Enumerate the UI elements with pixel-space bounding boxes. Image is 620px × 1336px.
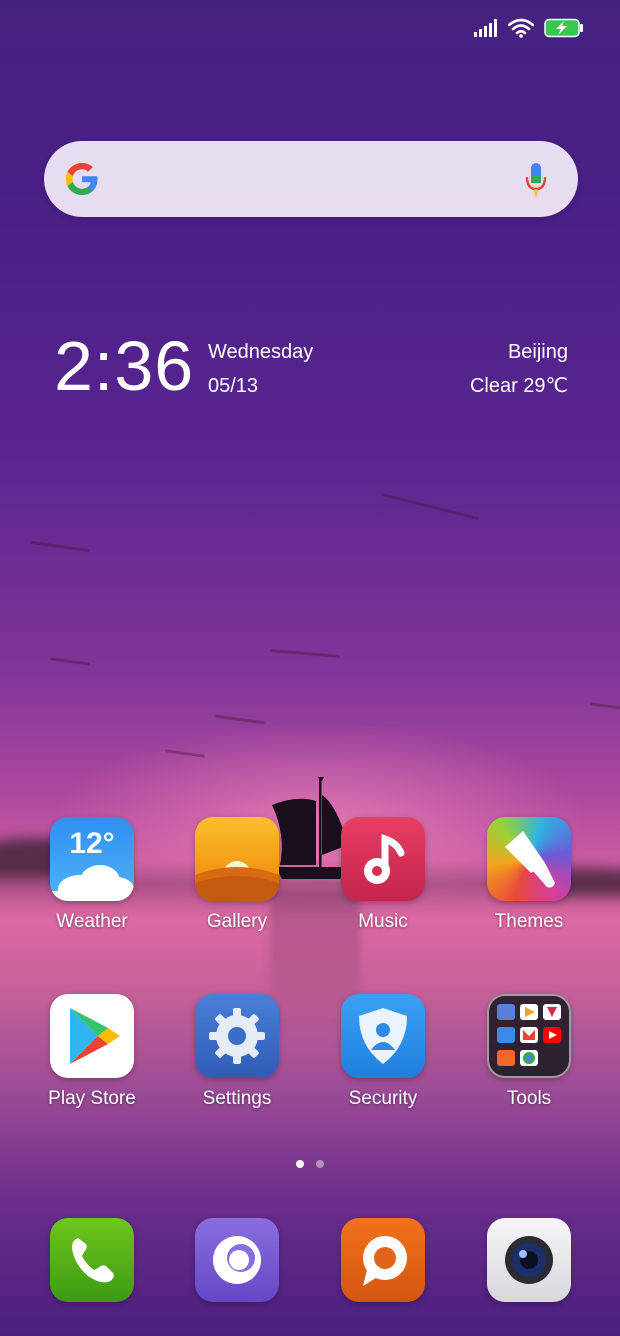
clock-day: Wednesday bbox=[208, 341, 314, 363]
settings-icon bbox=[195, 994, 279, 1078]
dock-messaging[interactable] bbox=[318, 1218, 448, 1302]
camera-icon bbox=[487, 1218, 571, 1302]
app-play-store[interactable]: Play Store bbox=[27, 994, 157, 1110]
clock-time: 2:36 bbox=[54, 327, 195, 405]
folder-tools[interactable]: Tools bbox=[464, 994, 594, 1110]
clock-date: 05/13 bbox=[208, 375, 259, 397]
weather-condition: Clear 29℃ bbox=[469, 375, 568, 397]
app-music[interactable]: Music bbox=[318, 817, 448, 933]
app-label: Weather bbox=[56, 911, 128, 932]
google-search-bar[interactable] bbox=[44, 141, 578, 217]
status-bar bbox=[0, 0, 620, 60]
mic-icon[interactable] bbox=[524, 161, 548, 199]
dock-phone[interactable] bbox=[27, 1218, 157, 1302]
app-label: Settings bbox=[202, 1088, 272, 1109]
app-label: Themes bbox=[494, 911, 564, 932]
themes-icon bbox=[487, 817, 571, 901]
gallery-icon bbox=[195, 817, 279, 901]
phone-icon bbox=[50, 1218, 134, 1302]
dock-camera[interactable] bbox=[464, 1218, 594, 1302]
page-dot-2[interactable] bbox=[316, 1160, 324, 1168]
play-store-icon bbox=[50, 994, 134, 1078]
app-label: Security bbox=[348, 1088, 418, 1109]
page-indicator[interactable] bbox=[0, 1160, 620, 1168]
tools-folder-icon bbox=[487, 994, 571, 1078]
app-gallery[interactable]: Gallery bbox=[172, 817, 302, 933]
battery-charging-icon bbox=[544, 18, 583, 38]
app-label: Tools bbox=[506, 1088, 552, 1109]
weather-city: Beijing bbox=[507, 341, 568, 363]
app-settings[interactable]: Settings bbox=[172, 994, 302, 1110]
messaging-icon bbox=[341, 1218, 425, 1302]
music-icon bbox=[341, 817, 425, 901]
app-themes[interactable]: Themes bbox=[464, 817, 594, 933]
google-logo-icon bbox=[66, 163, 98, 195]
browser-icon bbox=[195, 1218, 279, 1302]
app-label: Music bbox=[358, 911, 408, 932]
signal-icon bbox=[474, 19, 497, 37]
app-label: Gallery bbox=[206, 911, 268, 932]
wifi-icon bbox=[508, 18, 534, 38]
home-screen: 2:36 Wednesday 05/13 Beijing Clear 29℃ 1… bbox=[0, 0, 620, 1336]
dock-browser[interactable] bbox=[172, 1218, 302, 1302]
security-icon bbox=[341, 994, 425, 1078]
app-label: Play Store bbox=[48, 1088, 136, 1109]
app-weather[interactable]: 12° Weather bbox=[27, 817, 157, 933]
page-dot-1[interactable] bbox=[296, 1160, 304, 1168]
app-security[interactable]: Security bbox=[318, 994, 448, 1110]
weather-icon: 12° bbox=[50, 817, 134, 901]
